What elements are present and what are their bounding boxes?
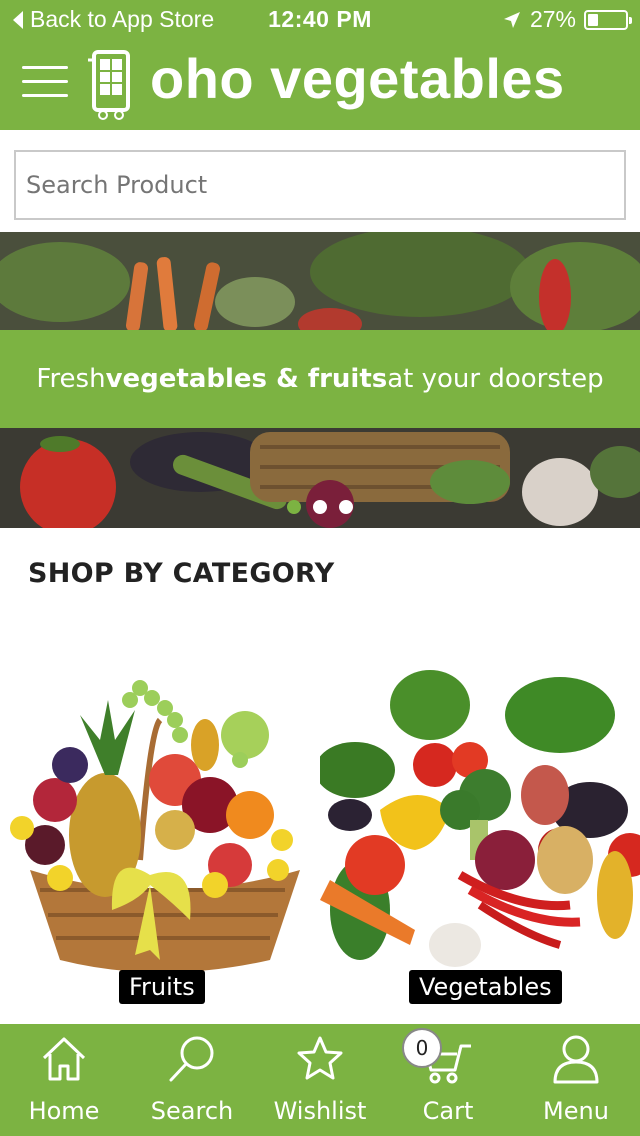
vegetables-label: Vegetables bbox=[409, 970, 562, 1004]
promo-banner[interactable]: Fresh vegetables & fruits at your doorst… bbox=[0, 232, 640, 528]
star-icon bbox=[297, 1036, 343, 1080]
logo-icon bbox=[88, 50, 130, 120]
tab-home[interactable]: Home bbox=[0, 1024, 128, 1136]
tab-wishlist-label: Wishlist bbox=[273, 1097, 367, 1125]
user-icon bbox=[553, 1035, 599, 1084]
search-product-input[interactable] bbox=[14, 150, 626, 220]
brand-name: oho vegetables bbox=[150, 47, 565, 110]
tab-home-label: Home bbox=[28, 1097, 100, 1125]
carousel-dot-1[interactable] bbox=[287, 500, 301, 514]
battery-icon bbox=[584, 9, 632, 30]
cart-count-badge: 0 bbox=[402, 1028, 442, 1068]
tab-search-label: Search bbox=[150, 1097, 234, 1125]
hamburger-menu-button[interactable] bbox=[22, 66, 68, 100]
category-vegetables[interactable]: Vegetables bbox=[320, 660, 640, 1010]
tab-cart-label: Cart bbox=[422, 1097, 474, 1125]
carousel-dots bbox=[287, 500, 353, 514]
banner-text-2: vegetables & fruits bbox=[105, 364, 388, 394]
banner-text-3: at your doorstep bbox=[387, 364, 604, 394]
status-bar: Back to App Store 12:40 PM 27% bbox=[0, 0, 640, 40]
location-arrow-icon bbox=[503, 11, 520, 28]
app-header: Back to App Store 12:40 PM 27% oho veget… bbox=[0, 0, 640, 130]
tab-wishlist[interactable]: Wishlist bbox=[256, 1024, 384, 1136]
search-icon bbox=[169, 1036, 214, 1082]
app-bar: oho vegetables bbox=[0, 40, 640, 130]
carousel-dot-3[interactable] bbox=[339, 500, 353, 514]
tab-search[interactable]: Search bbox=[128, 1024, 256, 1136]
vegetables-image bbox=[320, 660, 640, 980]
category-fruits[interactable]: Fruits bbox=[0, 660, 320, 1010]
shop-by-category-heading: SHOP BY CATEGORY bbox=[28, 558, 335, 589]
bottom-tab-bar: Home Search Wishlist Cart Menu bbox=[0, 1024, 640, 1136]
fruits-label: Fruits bbox=[119, 970, 205, 1004]
battery-percent: 27% bbox=[529, 6, 576, 32]
fruits-basket-image bbox=[0, 660, 320, 980]
carousel-dot-2[interactable] bbox=[313, 500, 327, 514]
tab-menu[interactable]: Menu bbox=[512, 1024, 640, 1136]
tab-menu-label: Menu bbox=[543, 1097, 609, 1125]
home-icon bbox=[42, 1037, 86, 1081]
banner-tagline: Fresh vegetables & fruits at your doorst… bbox=[0, 330, 640, 428]
status-right: 27% bbox=[502, 6, 632, 33]
banner-text-1: Fresh bbox=[36, 364, 106, 394]
